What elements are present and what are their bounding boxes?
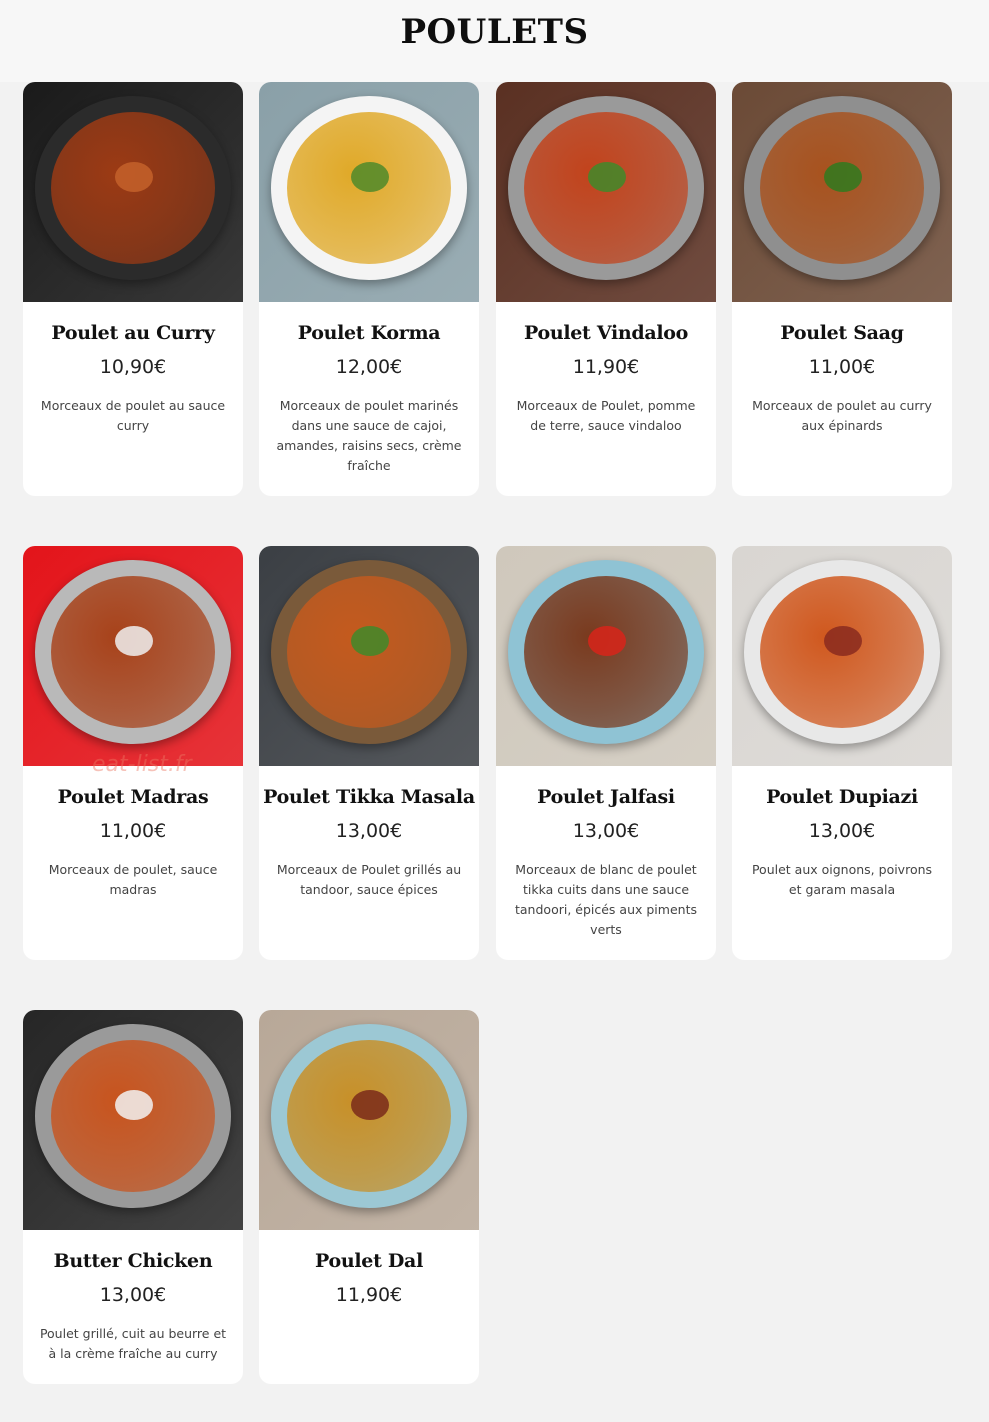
dish-price: 11,90€: [335, 1284, 403, 1306]
page-title: POULETS: [400, 12, 589, 52]
dish-photo[interactable]: [259, 546, 479, 766]
dish-card[interactable]: Poulet au Curry 10,90€ Morceaux de poulet …: [23, 82, 243, 496]
dish-price: 11,00€: [99, 820, 167, 842]
dish-price: 13,00€: [99, 1284, 167, 1306]
garnish-shape: [351, 162, 389, 192]
garnish-shape: [588, 162, 626, 192]
dish-photo[interactable]: [496, 546, 716, 766]
garnish-shape: [824, 626, 862, 656]
dish-name: Butter Chicken: [53, 1250, 213, 1272]
garnish-shape: [588, 626, 626, 656]
dish-description: Morceaux de poulet au curry aux épinards: [752, 398, 932, 433]
dish-photo[interactable]: [496, 82, 716, 302]
dish-card[interactable]: Poulet Vindaloo 11,90€ Morceaux de Poulet,…: [496, 82, 716, 496]
dish-photo[interactable]: [259, 82, 479, 302]
dish-card[interactable]: Poulet Dal 11,90€: [259, 1010, 479, 1384]
dish-price: 10,90€: [99, 356, 167, 378]
dish-card[interactable]: Poulet Dupiazi 13,00€ Poulet aux oignons, …: [732, 546, 952, 960]
dish-name: Poulet Jalfasi: [537, 786, 675, 808]
dish-card[interactable]: Poulet Jalfasi 13,00€ Morceaux de blanc de…: [496, 546, 716, 960]
dish-price: 12,00€: [335, 356, 403, 378]
garnish-shape: [115, 162, 153, 192]
dish-description: Morceaux de Poulet grillés au tandoor, s…: [276, 862, 462, 897]
dish-description: Morceaux de poulet au sauce curry: [40, 398, 226, 433]
garnish-shape: [824, 162, 862, 192]
garnish-shape: [351, 626, 389, 656]
dish-description: Poulet grillé, cuit au beurre et à la cr…: [39, 1326, 227, 1361]
garnish-shape: [351, 1090, 389, 1120]
dish-price: 13,00€: [335, 820, 403, 842]
dish-price: 13,00€: [808, 820, 876, 842]
dish-photo[interactable]: [23, 82, 243, 302]
dish-name: Poulet Korma: [297, 322, 441, 344]
dish-photo[interactable]: [23, 546, 243, 766]
dish-card[interactable]: Butter Chicken 13,00€ Poulet grillé, cuit …: [23, 1010, 243, 1384]
dish-price: 11,00€: [808, 356, 876, 378]
dish-name: Poulet Vindaloo: [523, 322, 689, 344]
dish-description: Morceaux de poulet marinés dans une sauc…: [276, 398, 462, 473]
dish-card[interactable]: Poulet Saag 11,00€ Morceaux de poulet au c…: [732, 82, 952, 496]
dish-card[interactable]: Poulet Tikka Masala 13,00€ Morceaux de Pou…: [259, 546, 479, 960]
dish-name: Poulet Madras: [57, 786, 209, 808]
dish-card[interactable]: Poulet Korma 12,00€ Morceaux de poulet mar…: [259, 82, 479, 496]
dish-description: Morceaux de Poulet, pomme de terre, sauc…: [516, 398, 696, 433]
dish-photo[interactable]: [23, 1010, 243, 1230]
dish-price: 11,90€: [572, 356, 640, 378]
dish-name: Poulet au Curry: [51, 322, 215, 344]
dish-photo[interactable]: [732, 82, 952, 302]
garnish-shape: [115, 626, 153, 656]
dish-description: Poulet aux oignons, poivrons et garam ma…: [751, 862, 933, 897]
dish-description: Morceaux de blanc de poulet tikka cuits …: [515, 862, 697, 937]
watermark-text: eat-list.fr: [92, 752, 192, 777]
dish-description: Morceaux de poulet, sauce madras: [48, 862, 218, 897]
dish-name: Poulet Saag: [780, 322, 904, 344]
page-header: POULETS: [0, 0, 989, 82]
dish-name: Poulet Dal: [315, 1250, 423, 1272]
dish-name: Poulet Dupiazi: [766, 786, 918, 808]
dish-name: Poulet Tikka Masala: [263, 786, 475, 808]
dish-photo[interactable]: [732, 546, 952, 766]
garnish-shape: [115, 1090, 153, 1120]
dish-price: 13,00€: [572, 820, 640, 842]
dish-photo[interactable]: [259, 1010, 479, 1230]
